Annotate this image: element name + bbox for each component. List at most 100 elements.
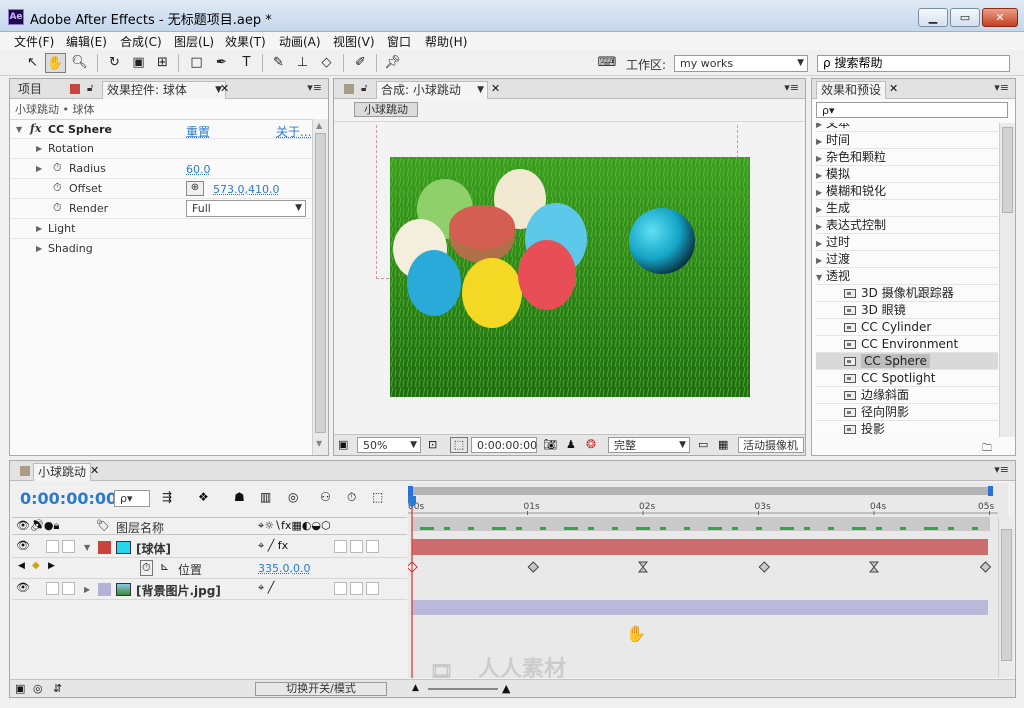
comp-timecode[interactable]: 0:00:00:00	[471, 437, 537, 453]
expand-triangle-icon[interactable]: ▶	[36, 224, 42, 233]
work-area-start-handle[interactable]	[408, 486, 413, 496]
menu-file[interactable]: 文件(F)	[14, 33, 54, 50]
color-channels-icon[interactable]: ❂	[586, 437, 596, 451]
frame-blending-icon[interactable]: ▥	[260, 490, 271, 504]
close-button[interactable]: ✕	[982, 8, 1018, 27]
effect-cc-spotlight[interactable]: CC Spotlight	[816, 370, 998, 387]
graph-editor-icon[interactable]: ⬚	[372, 490, 383, 504]
scroll-thumb[interactable]	[315, 133, 326, 433]
show-snapshot-icon[interactable]: ♟	[566, 438, 576, 451]
camera-dropdown[interactable]: 活动摄像机	[738, 437, 804, 453]
safe-margins-icon[interactable]: ⊡	[428, 438, 437, 451]
rotate-tool-icon[interactable]: ↻	[104, 53, 125, 73]
close-tab-icon[interactable]: ✕	[220, 82, 229, 95]
about-link[interactable]: 关于...	[276, 123, 311, 140]
menu-effect[interactable]: 效果(T)	[225, 33, 266, 50]
label-icon[interactable]: 🏷︎	[96, 519, 110, 532]
lock-icon[interactable]: 🔓︎	[361, 83, 367, 94]
eye-icon[interactable]: 👁︎	[16, 581, 30, 594]
text-tool-icon[interactable]: T	[236, 53, 257, 73]
stopwatch-icon[interactable]: ⏱︎	[53, 161, 62, 175]
zoom-slider[interactable]	[428, 688, 498, 690]
panel-menu-icon[interactable]: ▾≡	[784, 81, 799, 94]
maximize-button[interactable]: ▭	[950, 8, 980, 27]
search-help-field[interactable]: ρ 搜索帮助	[817, 55, 1010, 72]
zoom-out-icon[interactable]: ▲	[412, 683, 419, 693]
scrollbar[interactable]	[998, 517, 1014, 677]
label-color-swatch[interactable]	[98, 541, 111, 554]
category-text[interactable]: ▶ 文本	[816, 123, 998, 132]
minimize-button[interactable]: ▁	[918, 8, 948, 27]
category-expression-controls[interactable]: ▶ 表达式控制	[816, 217, 998, 234]
region-of-interest-icon[interactable]: ▭	[698, 438, 708, 451]
puppet-pin-tool-icon[interactable]: 📌︎	[382, 53, 403, 73]
menu-layer[interactable]: 图层(L)	[174, 33, 214, 50]
layer-switches-icon[interactable]: ▣	[15, 682, 25, 695]
pan-behind-tool-icon[interactable]: ⊞	[152, 53, 173, 73]
menu-view[interactable]: 视图(V)	[333, 33, 375, 50]
expand-triangle-icon[interactable]: ▶	[36, 144, 42, 153]
snapshot-icon[interactable]: 📷︎	[543, 438, 557, 451]
category-perspective[interactable]: ▼ 透视	[816, 268, 998, 285]
resolution-dropdown[interactable]: 完整 ▼	[608, 437, 690, 453]
eye-icon[interactable]: 👁︎	[16, 539, 30, 552]
category-time[interactable]: ▶ 时间	[816, 132, 998, 149]
workspace-icon[interactable]: ⌨	[594, 53, 620, 73]
radius-value[interactable]: 60.0	[186, 163, 211, 176]
mask-visibility-icon[interactable]: ⬚	[450, 437, 468, 453]
effect-drop-shadow[interactable]: 投影	[816, 421, 998, 437]
work-area-end-handle[interactable]	[988, 486, 993, 496]
category-noise-grain[interactable]: ▶ 杂色和颗粒	[816, 149, 998, 166]
reset-link[interactable]: 重置	[186, 123, 210, 140]
always-preview-icon[interactable]: ▣	[338, 438, 348, 451]
draft-3d-icon[interactable]: ❖	[198, 490, 209, 504]
brainstorm-icon[interactable]: ⚇	[320, 490, 331, 504]
menu-window[interactable]: 窗口	[387, 33, 411, 50]
panel-menu-icon[interactable]: ▾≡	[994, 81, 1009, 94]
expand-triangle-icon[interactable]: ▶	[36, 244, 42, 253]
stopwatch-icon[interactable]: ⏱︎	[140, 560, 153, 576]
menu-help[interactable]: 帮助(H)	[425, 33, 467, 50]
clone-stamp-tool-icon[interactable]: ⊥	[292, 53, 313, 73]
panel-menu-icon[interactable]: ▾≡	[307, 81, 322, 94]
scroll-up-icon[interactable]: ▲	[316, 121, 322, 130]
graph-icon[interactable]: ⊾	[160, 560, 169, 573]
timeline-timecode[interactable]: 0:00:00:00	[20, 489, 117, 508]
effects-search-input[interactable]: ρ▾	[816, 102, 1008, 118]
label-color-swatch[interactable]	[98, 583, 111, 596]
scrollbar[interactable]: ▲ ▼	[312, 119, 328, 455]
layer-row-background[interactable]: 👁︎ ▶ [背景图片.jpg] ⌖ ╱	[12, 579, 407, 600]
sphere-layer-duration-bar[interactable]	[412, 539, 988, 555]
effect-cc-cylinder[interactable]: CC Cylinder	[816, 319, 998, 336]
scroll-thumb[interactable]	[1002, 127, 1013, 213]
property-row-position[interactable]: ◀ ◆ ▶ ⏱︎ ⊾ 位置 335.0,0.0	[12, 558, 407, 579]
zoom-tool-icon[interactable]: 🔍︎	[69, 53, 90, 73]
expand-triangle-icon[interactable]: ▼	[84, 543, 90, 552]
timeline-graph-area[interactable]: 00s 01s 02s 03s 04s 05s ✋ 🎞︎ 人人素材	[408, 483, 1008, 678]
effect-bevel-edges[interactable]: 边缘斜面	[816, 387, 998, 404]
timeline-search[interactable]: ρ▾	[114, 490, 150, 507]
prev-keyframe-icon[interactable]: ◀	[18, 561, 25, 571]
auto-keyframe-icon[interactable]: ⏱︎	[347, 490, 356, 505]
position-value[interactable]: 335.0,0.0	[258, 562, 310, 575]
selection-tool-icon[interactable]: ↖	[22, 53, 43, 73]
shy-layers-icon[interactable]: ☗	[234, 490, 245, 504]
tab-effect-controls[interactable]: 效果控件: 球体 ▼	[102, 81, 226, 99]
tab-timeline[interactable]: 小球跳动	[33, 463, 92, 481]
close-tab-icon[interactable]: ✕	[90, 464, 99, 477]
rectangle-tool-icon[interactable]: □	[186, 53, 207, 73]
scrollbar[interactable]	[999, 123, 1015, 437]
category-transition[interactable]: ▶ 过渡	[816, 251, 998, 268]
hand-tool-icon[interactable]: ✋	[45, 53, 66, 73]
add-keyframe-icon[interactable]: ◆	[32, 560, 40, 571]
tab-composition[interactable]: 合成: 小球跳动 ▼	[376, 81, 488, 99]
fx-icon[interactable]: fx	[30, 122, 41, 135]
stopwatch-icon[interactable]: ⏱︎	[53, 201, 62, 215]
tab-effects-presets[interactable]: 效果和预设	[816, 81, 887, 99]
video-visibility-icon[interactable]: 👁︎🔊︎●🔒︎	[16, 519, 59, 533]
work-area-bar[interactable]	[408, 487, 993, 495]
comp-flowchart-button[interactable]: 小球跳动	[354, 102, 418, 117]
next-keyframe-icon[interactable]: ▶	[48, 561, 55, 571]
menu-composition[interactable]: 合成(C)	[120, 33, 162, 50]
render-dropdown[interactable]: Full ▼	[186, 200, 306, 217]
